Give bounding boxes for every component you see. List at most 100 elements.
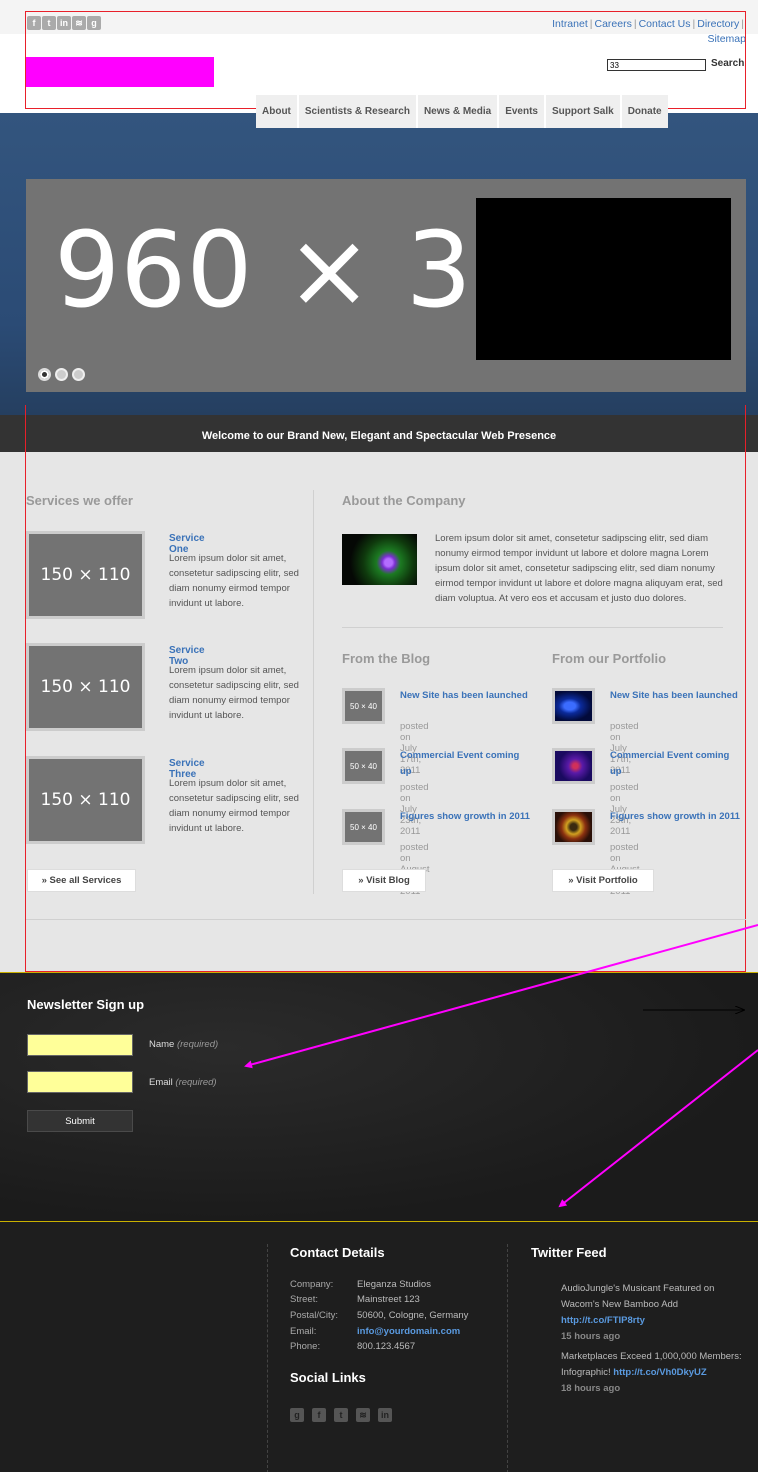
service-item: 150 × 110 Service One Lorem ipsum dolor … xyxy=(26,531,299,619)
contact-key: Street: xyxy=(290,1294,318,1305)
google-icon[interactable]: g xyxy=(87,16,101,30)
slider-dot-2[interactable] xyxy=(55,368,68,381)
newsletter-title: Newsletter Sign up xyxy=(27,997,145,1012)
portfolio-thumb[interactable] xyxy=(552,688,595,724)
rss-icon[interactable]: ≋ xyxy=(72,16,86,30)
twitter-feed-title: Twitter Feed xyxy=(531,1245,607,1260)
newsletter-section: Newsletter Sign up Name (required) Email… xyxy=(0,972,758,1221)
nav-events[interactable]: Events xyxy=(499,95,546,128)
sitemap-link[interactable]: Sitemap xyxy=(707,33,746,45)
rss-icon[interactable]: ≋ xyxy=(356,1408,370,1422)
about-text: Lorem ipsum dolor sit amet, consetetur s… xyxy=(435,533,723,604)
portfolio-thumb[interactable] xyxy=(552,809,595,845)
column-divider xyxy=(313,490,314,894)
nav-donate[interactable]: Donate xyxy=(621,95,668,128)
portfolio-item-link[interactable]: Commercial Event coming up xyxy=(610,748,740,780)
blog-post-link[interactable]: Figures show growth in 2011 xyxy=(400,809,530,825)
nav-support-salk[interactable]: Support Salk xyxy=(546,95,622,128)
blog-post-link[interactable]: New Site has been launched xyxy=(400,688,530,704)
slider-pagination xyxy=(38,368,85,381)
contact-key: Postal/City: xyxy=(290,1310,339,1321)
slider-dot-3[interactable] xyxy=(72,368,85,381)
contact-row: Postal/City: 50600, Cologne, Germany xyxy=(290,1310,468,1321)
logo-placeholder[interactable] xyxy=(26,57,214,87)
portfolio-item-link[interactable]: New Site has been launched xyxy=(610,688,740,704)
nav-scientists-research[interactable]: Scientists & Research xyxy=(298,95,418,128)
facebook-icon[interactable]: f xyxy=(27,16,41,30)
contact-key: Phone: xyxy=(290,1341,321,1352)
header-social-icons: f t in ≋ g xyxy=(27,16,101,30)
footer-divider xyxy=(267,1244,268,1472)
email-label: Email (required) xyxy=(149,1077,217,1088)
site-footer: Contact Details Company: Eleganza Studios… xyxy=(0,1221,758,1472)
contact-key: Email: xyxy=(290,1326,317,1337)
newsletter-name-input[interactable] xyxy=(27,1034,133,1056)
required-note: (required) xyxy=(175,1077,217,1088)
about-divider xyxy=(342,627,723,628)
facebook-icon[interactable]: f xyxy=(312,1408,326,1422)
blog-title: From the Blog xyxy=(342,651,431,666)
service-description: Lorem ipsum dolor sit amet, consetetur s… xyxy=(169,553,299,609)
slider-dot-1[interactable] xyxy=(38,368,51,381)
separator: | xyxy=(741,18,744,30)
newsletter-submit-button[interactable]: Submit xyxy=(27,1110,133,1132)
video-embed[interactable] xyxy=(476,198,731,360)
tweet-link[interactable]: http://t.co/FTIP8rty xyxy=(561,1315,645,1326)
nav-news-media[interactable]: News & Media xyxy=(417,95,500,128)
separator: | xyxy=(633,18,637,30)
tweet: AudioJungle's Musicant Featured on Wacom… xyxy=(561,1281,746,1345)
contact-row: Phone: 800.123.4567 xyxy=(290,1341,415,1352)
careers-link[interactable]: Careers xyxy=(594,18,631,30)
contact-value: 800.123.4567 xyxy=(357,1341,416,1352)
service-item: 150 × 110 Service Two Lorem ipsum dolor … xyxy=(26,643,299,731)
email-label-text: Email xyxy=(149,1077,173,1088)
name-label: Name (required) xyxy=(149,1039,218,1050)
search-input[interactable] xyxy=(607,59,706,71)
twitter-icon[interactable]: t xyxy=(334,1408,348,1422)
visit-blog-button[interactable]: » Visit Blog xyxy=(342,869,426,892)
contact-us-link[interactable]: Contact Us xyxy=(639,18,691,30)
service-description: Lorem ipsum dolor sit amet, consetetur s… xyxy=(169,778,299,834)
blog-post-link[interactable]: Commercial Event coming up xyxy=(400,748,530,780)
contact-details-title: Contact Details xyxy=(290,1245,385,1260)
contact-row: Email: info@yourdomain.com xyxy=(290,1326,460,1337)
slider-placeholder-text: 960 × 3 xyxy=(54,209,472,331)
linkedin-icon[interactable]: in xyxy=(57,16,71,30)
blog-thumb-placeholder: 50 × 40 xyxy=(342,688,385,724)
tweet-text: AudioJungle's Musicant Featured on Wacom… xyxy=(561,1283,715,1310)
separator: | xyxy=(589,18,593,30)
name-label-text: Name xyxy=(149,1039,175,1050)
hero-banner: 960 × 3 xyxy=(0,113,758,415)
footer-divider xyxy=(507,1244,508,1472)
about-title: About the Company xyxy=(342,493,466,508)
contact-value: 50600, Cologne, Germany xyxy=(357,1310,469,1321)
portfolio-thumb[interactable] xyxy=(552,748,595,784)
contact-row: Street: Mainstreet 123 xyxy=(290,1294,420,1305)
contact-email-link[interactable]: info@yourdomain.com xyxy=(357,1326,460,1337)
google-icon[interactable]: g xyxy=(290,1408,304,1422)
search-button[interactable]: Search xyxy=(711,58,744,69)
portfolio-item-link[interactable]: Figures show growth in 2011 xyxy=(610,809,740,825)
contact-value: Mainstreet 123 xyxy=(357,1294,420,1305)
required-note: (required) xyxy=(176,1039,219,1050)
twitter-icon[interactable]: t xyxy=(42,16,56,30)
visit-portfolio-button[interactable]: » Visit Portfolio xyxy=(552,869,654,892)
nav-about[interactable]: About xyxy=(256,95,299,128)
directory-link[interactable]: Directory xyxy=(697,18,739,30)
service-image-placeholder: 150 × 110 xyxy=(26,643,145,731)
portfolio-title: From our Portfolio xyxy=(552,651,667,666)
service-image-placeholder: 150 × 110 xyxy=(26,531,145,619)
image-slider[interactable]: 960 × 3 xyxy=(26,179,746,392)
intranet-link[interactable]: Intranet xyxy=(552,18,588,30)
see-all-services-button[interactable]: » See all Services xyxy=(27,869,136,892)
service-description: Lorem ipsum dolor sit amet, consetetur s… xyxy=(169,665,299,721)
service-image-placeholder: 150 × 110 xyxy=(26,756,145,844)
tweet-link[interactable]: http://t.co/Vh0DkyUZ xyxy=(613,1367,706,1378)
content-bottom-divider xyxy=(26,919,746,920)
linkedin-icon[interactable]: in xyxy=(378,1408,392,1422)
contact-row: Company: Eleganza Studios xyxy=(290,1279,431,1290)
utility-nav: Intranet | Careers | Contact Us | Directory | Si… xyxy=(536,17,746,47)
contact-key: Company: xyxy=(290,1279,334,1290)
newsletter-email-input[interactable] xyxy=(27,1071,133,1093)
separator: | xyxy=(692,18,696,30)
